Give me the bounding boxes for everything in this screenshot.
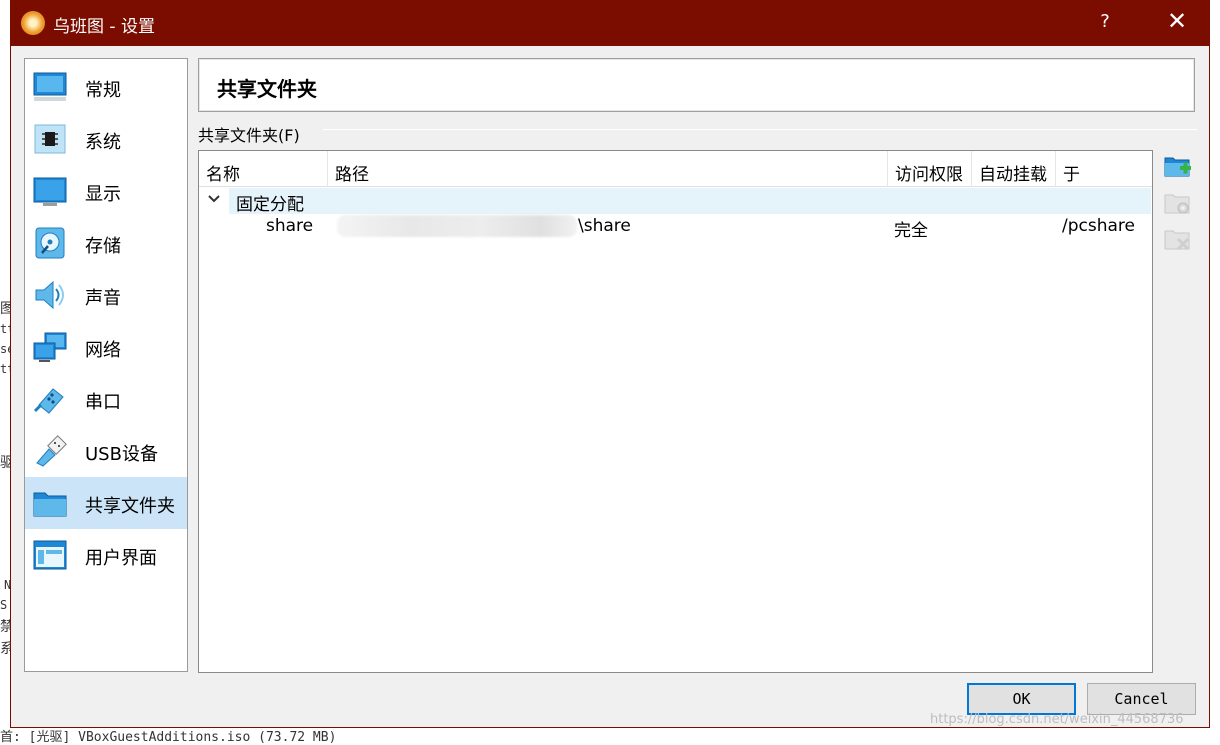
row-name: share <box>266 216 314 236</box>
close-button[interactable]: ✕ <box>1163 7 1191 35</box>
table-header: 名称 路径 访问权限 自动挂载 于 <box>199 151 1152 187</box>
serial-port-icon <box>33 388 64 414</box>
group-label: 固定分配 <box>236 195 304 215</box>
column-header-access[interactable]: 访问权限 <box>888 151 972 187</box>
row-path: \share <box>578 216 631 236</box>
usb-icon <box>36 435 67 467</box>
sidebar-item-label: 串口 <box>85 392 121 413</box>
sidebar-item-label: 网络 <box>85 340 121 361</box>
speaker-icon <box>35 280 64 310</box>
redacted-path-blur <box>337 215 577 237</box>
sidebar-item-label: 共享文件夹 <box>85 496 175 517</box>
settings-dialog: 乌班图 - 设置 ? ✕ 常规 系统 显示 存储 声音 网络 串口 USB设备 … <box>10 0 1210 728</box>
title-bar[interactable]: 乌班图 - 设置 ? ✕ <box>11 1 1209 46</box>
monitor-icon <box>33 72 67 101</box>
settings-sidebar: 常规 系统 显示 存储 声音 网络 串口 USB设备 共享文件夹 用户界面 <box>24 58 188 672</box>
window-title: 乌班图 - 设置 <box>53 17 155 37</box>
sidebar-item-user-interface[interactable]: 用户界面 <box>25 529 187 581</box>
sidebar-item-usb[interactable]: USB设备 <box>25 425 187 477</box>
chip-icon <box>34 124 66 154</box>
sidebar-item-display[interactable]: 显示 <box>25 165 187 217</box>
cancel-button[interactable]: Cancel <box>1087 683 1196 715</box>
shared-folders-group-label: 共享文件夹(F) <box>198 126 300 145</box>
page-title: 共享文件夹 <box>217 77 317 101</box>
sidebar-item-label: 用户界面 <box>85 548 157 569</box>
column-header-at[interactable]: 于 <box>1056 151 1152 187</box>
sidebar-item-label: 显示 <box>85 184 121 205</box>
column-header-automount[interactable]: 自动挂载 <box>972 151 1056 187</box>
shared-folders-table[interactable]: 名称 路径 访问权限 自动挂载 于 固定分配 share \share 完全 /… <box>198 150 1153 673</box>
table-group-row[interactable]: 固定分配 <box>229 188 1151 215</box>
sidebar-item-label: USB设备 <box>85 444 158 465</box>
sidebar-item-serial[interactable]: 串口 <box>25 373 187 425</box>
sidebar-item-audio[interactable]: 声音 <box>25 269 187 321</box>
column-header-path[interactable]: 路径 <box>328 151 888 187</box>
sidebar-item-label: 常规 <box>85 80 121 101</box>
column-header-name[interactable]: 名称 <box>199 151 328 187</box>
sidebar-item-shared-folders[interactable]: 共享文件夹 <box>25 477 187 529</box>
virtualbox-gear-icon <box>21 11 45 35</box>
sidebar-item-label: 系统 <box>85 132 121 153</box>
sidebar-item-label: 存储 <box>85 236 121 257</box>
sidebar-item-label: 声音 <box>85 288 121 309</box>
row-access: 完全 <box>894 221 928 241</box>
edit-shared-folder-icon[interactable] <box>1164 190 1192 218</box>
remove-shared-folder-icon[interactable] <box>1164 226 1192 254</box>
sidebar-item-network[interactable]: 网络 <box>25 321 187 373</box>
sidebar-item-storage[interactable]: 存储 <box>25 217 187 269</box>
page-header: 共享文件夹 <box>198 58 1195 112</box>
sidebar-item-system[interactable]: 系统 <box>25 113 187 165</box>
sidebar-item-general[interactable]: 常规 <box>25 61 187 113</box>
row-at: /pcshare <box>1062 216 1135 236</box>
chevron-down-icon[interactable] <box>207 192 221 206</box>
help-button[interactable]: ? <box>1095 11 1115 32</box>
disk-icon <box>35 227 65 259</box>
folder-icon <box>33 492 67 517</box>
display-icon <box>33 177 67 206</box>
watermark-text: https://blog.csdn.net/weixin_44568736 <box>930 712 1184 727</box>
bg-fragment: S <box>0 598 8 612</box>
add-shared-folder-icon[interactable] <box>1164 153 1192 181</box>
network-icon <box>33 332 67 362</box>
ui-window-icon <box>33 540 67 570</box>
group-divider <box>323 129 1197 130</box>
ok-button[interactable]: OK <box>967 683 1076 715</box>
bg-bottom-text: 首: [光驱] VBoxGuestAdditions.iso (73.72 MB… <box>0 730 337 745</box>
